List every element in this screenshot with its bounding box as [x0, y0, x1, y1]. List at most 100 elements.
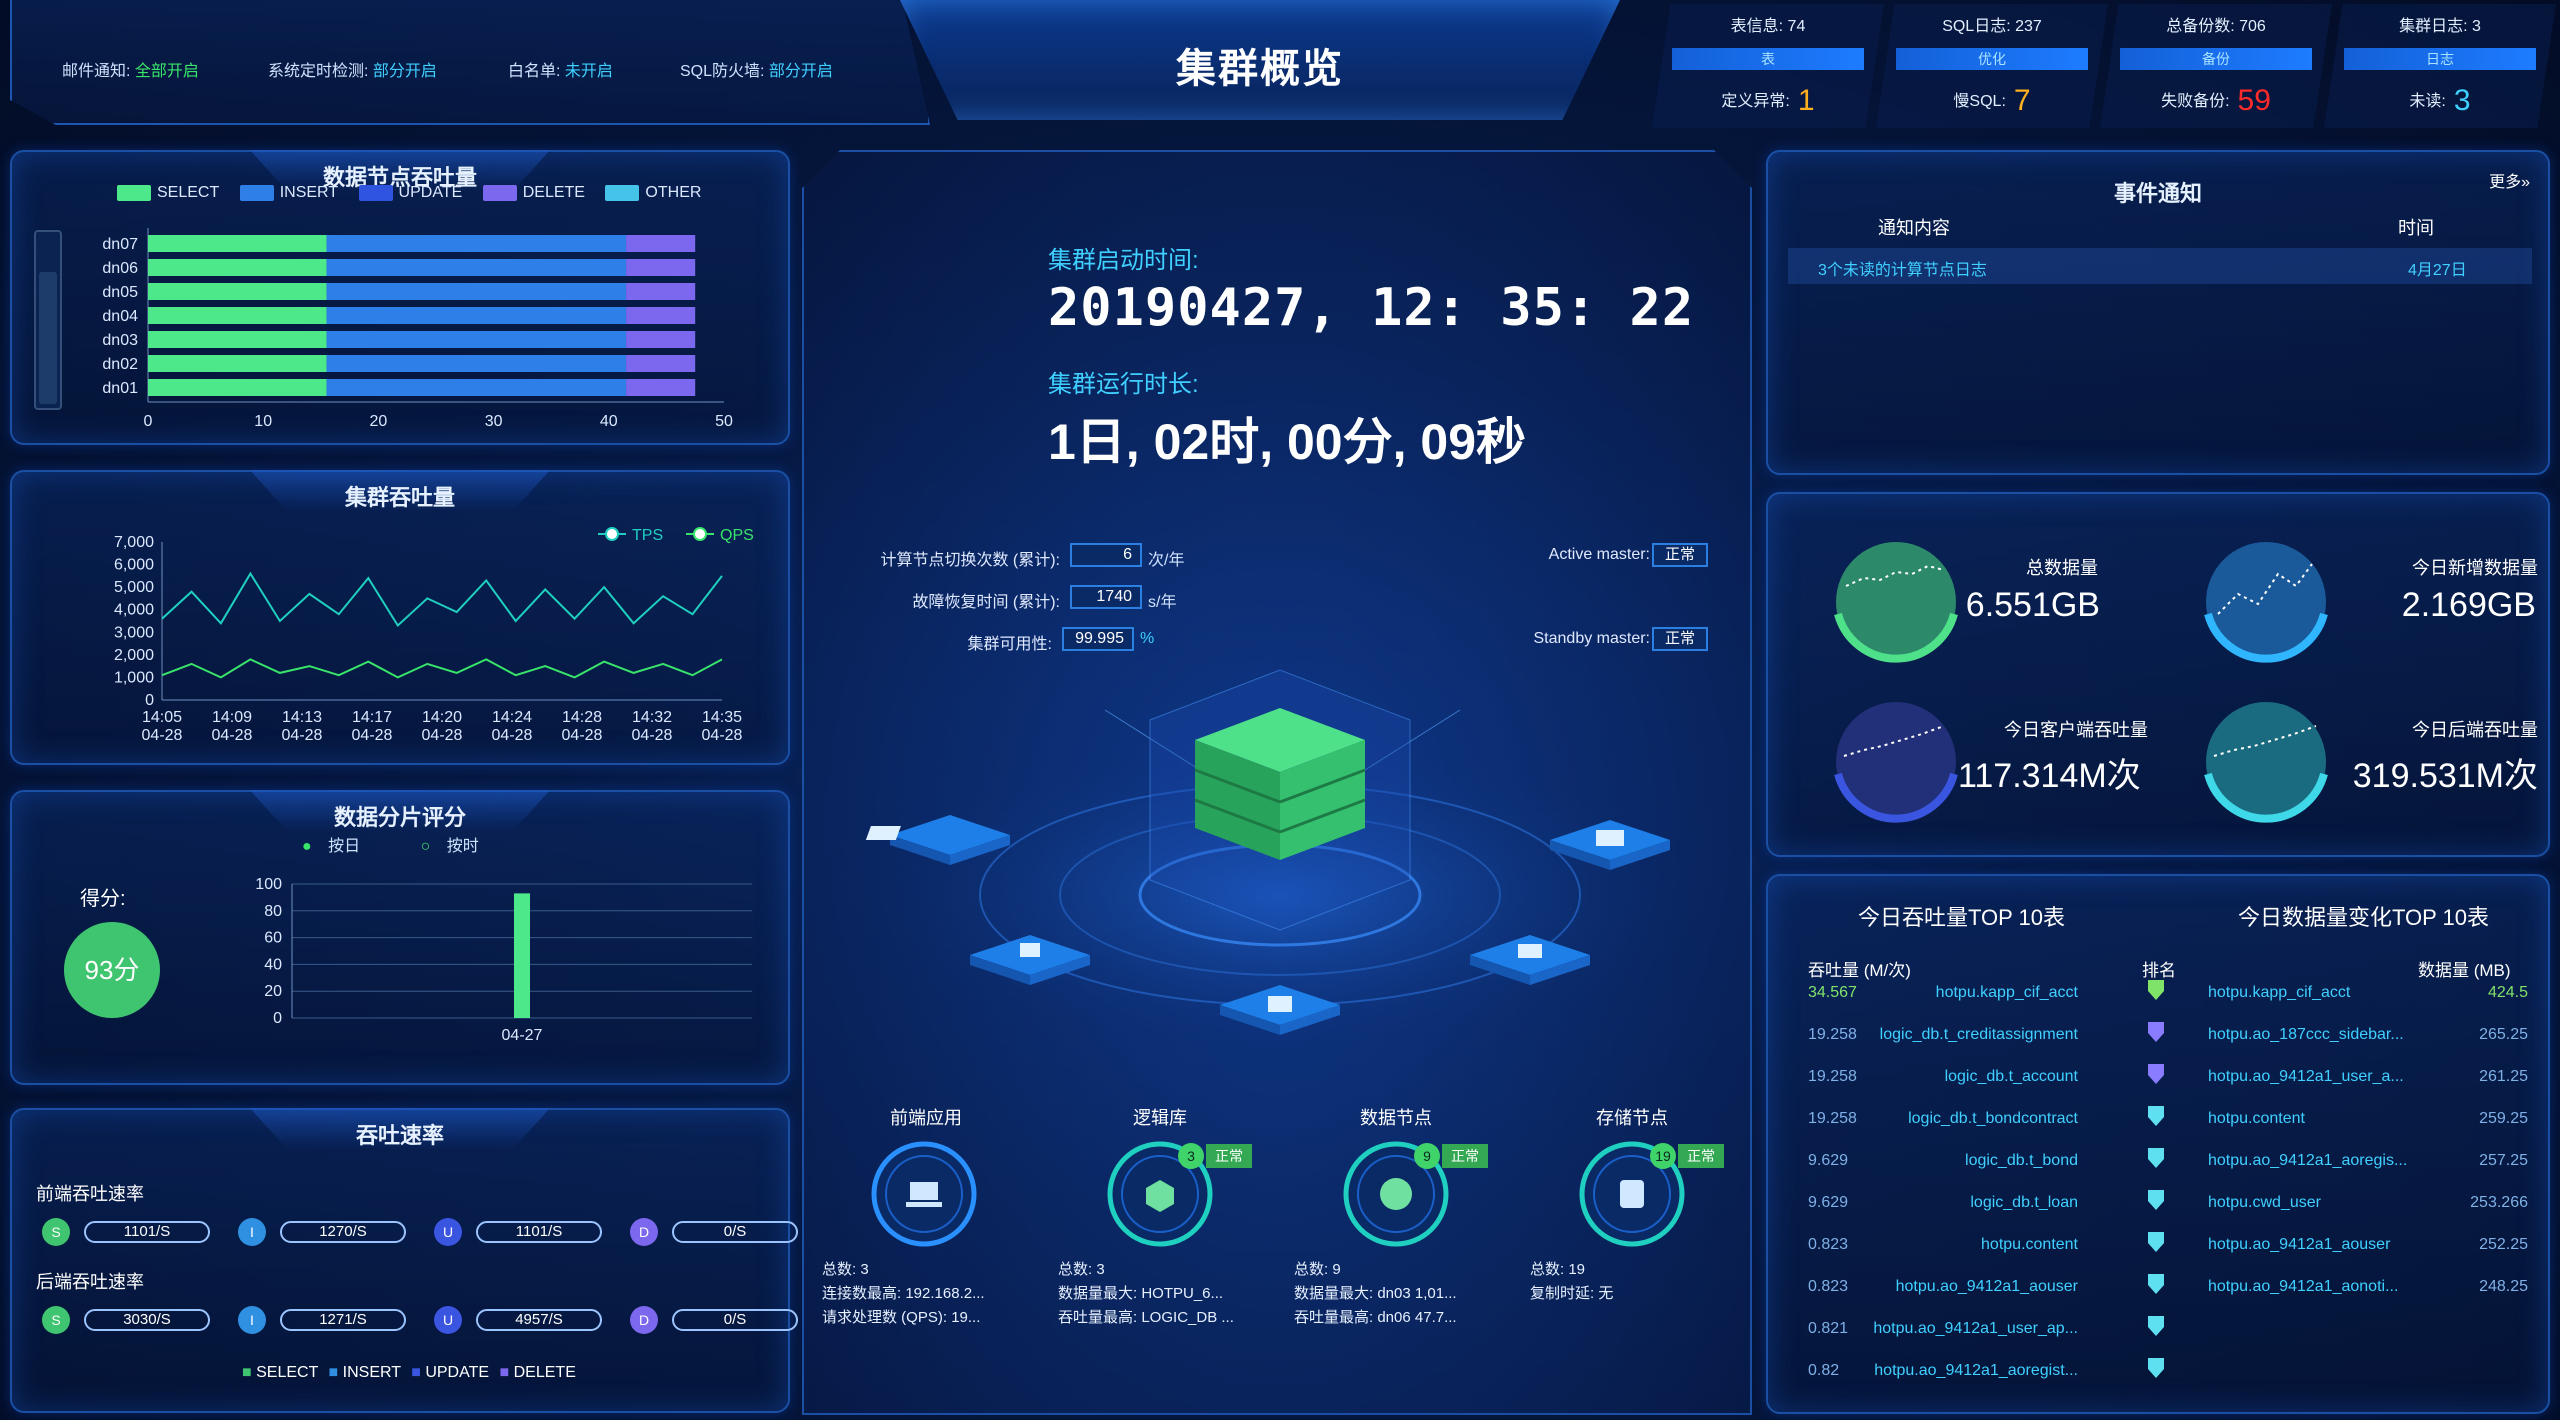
data-node-title: 数据节点 [1360, 1108, 1432, 1128]
throughput-value: 9.629 [1808, 1152, 1849, 1169]
logic-db-status: 正常 [1206, 1144, 1252, 1168]
standby-master-status[interactable]: 正常 [1652, 627, 1708, 651]
size-value: 253.266 [2470, 1194, 2528, 1211]
throughput-value: 0.82 [1808, 1362, 1840, 1379]
storage-node-info: 总数: 19 复制时延: 无 [1530, 1261, 1614, 1302]
event-notify-panel: 事件通知 更多» 通知内容 时间 3个未读的计算节点日志 4月27日 [1766, 150, 2550, 475]
x-tick-label-date: 04-28 [492, 727, 533, 744]
legend-label[interactable]: 按日 [328, 838, 360, 855]
table-row[interactable]: 34.567 hotpu.kapp_cif_acct hotpu.kapp_cif_… [1768, 980, 2552, 1026]
x-tick-label-date: 04-28 [212, 727, 253, 744]
cluster-throughput-panel: 集群吞吐量 0 1,000 2,000 3,000 4,000 5,000 6,000 7,0… [10, 470, 790, 765]
col-time-header: 时间 [2398, 218, 2434, 238]
stat-bot-label: 未读: [2409, 93, 2446, 110]
table-row[interactable]: 0.823 hotpu.content hotpu.ao_9412a1_aouser… [1768, 1232, 2552, 1278]
legend-label: SELECT [157, 184, 220, 201]
chart-scrollbar[interactable] [34, 230, 62, 410]
size-value: 265.25 [2479, 1026, 2528, 1043]
bar-segment [148, 355, 327, 372]
bar-segment [148, 283, 327, 300]
stat-bot-label: 失败备份: [2161, 93, 2230, 110]
table-row[interactable]: 0.82 hotpu.ao_9412a1_aoregist... [1768, 1358, 2552, 1404]
throughput-table-name: hotpu.ao_9412a1_aouser [1895, 1278, 2078, 1295]
scrollbar-thumb[interactable] [39, 272, 57, 404]
page-title: 集群概览 [1176, 47, 1344, 91]
table-row[interactable]: 19.258 logic_db.t_account hotpu.ao_9412a1_… [1768, 1064, 2552, 1110]
y-tick-label: dn02 [102, 356, 138, 373]
table-row[interactable]: 0.823 hotpu.ao_9412a1_aouser hotpu.ao_9412… [1768, 1274, 2552, 1320]
legend-other[interactable]: OTHER [605, 184, 701, 202]
y-tick-label: 20 [264, 983, 282, 1000]
stat-backup[interactable]: 总备份数: 706 备份 失败备份: 59 [2100, 4, 2332, 128]
legend-label[interactable]: 按时 [447, 838, 479, 855]
frontend-node-info: 总数: 3 连接数最高: 192.168.2... 请求处理数 (QPS): 1… [822, 1261, 985, 1326]
delete-badge: D [630, 1218, 658, 1246]
stat-sql-log[interactable]: SQL日志: 237 优化 慢SQL: 7 [1876, 4, 2108, 128]
client-throughput-label: 今日客户端吞吐量 [2004, 720, 2148, 740]
y-tick-label: dn01 [102, 380, 138, 397]
y-tick-label: 4,000 [114, 602, 154, 619]
more-link[interactable]: 更多» [2489, 168, 2530, 192]
frontend-app-icon[interactable] [871, 1141, 977, 1247]
size-table-name: hotpu.ao_9412a1_aouser [2208, 1236, 2391, 1253]
legend-label: UPDATE [398, 184, 463, 201]
stat-gauges [1834, 542, 2328, 823]
table-row[interactable]: 19.258 logic_db.t_bondcontract hotpu.conte… [1768, 1106, 2552, 1152]
frontend-node-title: 前端应用 [890, 1108, 962, 1128]
x-tick-label: 14:13 [282, 709, 322, 726]
table-row[interactable]: 9.629 logic_db.t_bond hotpu.ao_9412a1_aore… [1768, 1148, 2552, 1194]
table-row[interactable]: 9.629 logic_db.t_loan hotpu.cwd_user 253.26… [1768, 1190, 2552, 1236]
size-table-name: hotpu.ao_9412a1_aoregis... [2208, 1152, 2408, 1169]
whitelist-status[interactable]: 白名单: 未开启 [508, 57, 613, 81]
size-value: 261.25 [2479, 1068, 2528, 1085]
legend-ring-icon: ○ [420, 838, 431, 855]
event-row[interactable]: 3个未读的计算节点日志 4月27日 [1788, 248, 2532, 284]
rank-shield-icon [2148, 1190, 2164, 1210]
data-node-count: 9 [1414, 1143, 1440, 1169]
bar-segment [148, 235, 327, 252]
mail-notify-status[interactable]: 邮件通知: 全部开启 [62, 57, 199, 81]
stat-top-label: 总备份数: [2166, 18, 2235, 35]
throughput-table-name: logic_db.t_bondcontract [1908, 1110, 2078, 1127]
rank-shield-icon [2148, 1274, 2164, 1294]
timed-check-status[interactable]: 系统定时检测: 部分开启 [268, 57, 437, 81]
stat-bot-value: 7 [2013, 84, 2031, 117]
node-rings [871, 1141, 1685, 1247]
stat-cluster-log[interactable]: 集群日志: 3 日志 未读: 3 [2324, 4, 2556, 128]
legend-select[interactable]: SELECT [117, 184, 219, 202]
bar-segment [626, 307, 696, 324]
bar-segment [326, 379, 627, 396]
logic-db-count: 3 [1178, 1143, 1204, 1169]
recover-time-unit: s/年 [1148, 594, 1177, 611]
front-delete-rate: 0/S [672, 1221, 798, 1243]
x-tick-label: 50 [715, 413, 733, 430]
stat-bot-label: 慢SQL: [1953, 93, 2006, 110]
bar-segment [326, 259, 627, 276]
delete-badge: D [630, 1306, 658, 1334]
stat-top-label: SQL日志: [1942, 18, 2011, 35]
y-tick-label: 2,000 [114, 647, 154, 664]
legend-update[interactable]: UPDATE [358, 184, 463, 202]
top10-table: 34.567 hotpu.kapp_cif_acct hotpu.kapp_cif_… [1768, 980, 2552, 1404]
sql-firewall-status[interactable]: SQL防火墙: 部分开启 [680, 57, 833, 81]
legend-delete[interactable]: DELETE [482, 184, 585, 202]
table-row[interactable]: 19.258 logic_db.t_creditassignment hotpu.a… [1768, 1022, 2552, 1068]
legend-insert[interactable]: INSERT [239, 184, 338, 202]
data-node-info: 总数: 9 数据量最大: dn03 1,01... 吞吐量最高: dn06 47… [1294, 1261, 1457, 1326]
stat-table-info[interactable]: 表信息: 74 表 定义异常: 1 [1652, 4, 1884, 128]
active-master-status[interactable]: 正常 [1652, 543, 1708, 567]
insert-badge: I [238, 1218, 266, 1246]
col-rank-header: 排名 [2142, 961, 2176, 980]
x-tick-label-date: 04-28 [422, 727, 463, 744]
size-table-name: hotpu.cwd_user [2208, 1194, 2321, 1211]
throughput-value: 19.258 [1808, 1110, 1857, 1127]
table-row[interactable]: 0.821 hotpu.ao_9412a1_user_ap... [1768, 1316, 2552, 1362]
size-table-name: hotpu.kapp_cif_acct [2208, 984, 2351, 1001]
stat-top-value: 74 [1787, 18, 1806, 35]
mail-notify-value: 全部开启 [134, 63, 199, 80]
legend-swatch [482, 185, 517, 201]
throughput-value: 0.823 [1808, 1278, 1849, 1295]
stat-bot-label: 定义异常: [1721, 93, 1790, 110]
select-badge: S [42, 1306, 70, 1334]
x-tick-label-date: 04-28 [702, 727, 743, 744]
